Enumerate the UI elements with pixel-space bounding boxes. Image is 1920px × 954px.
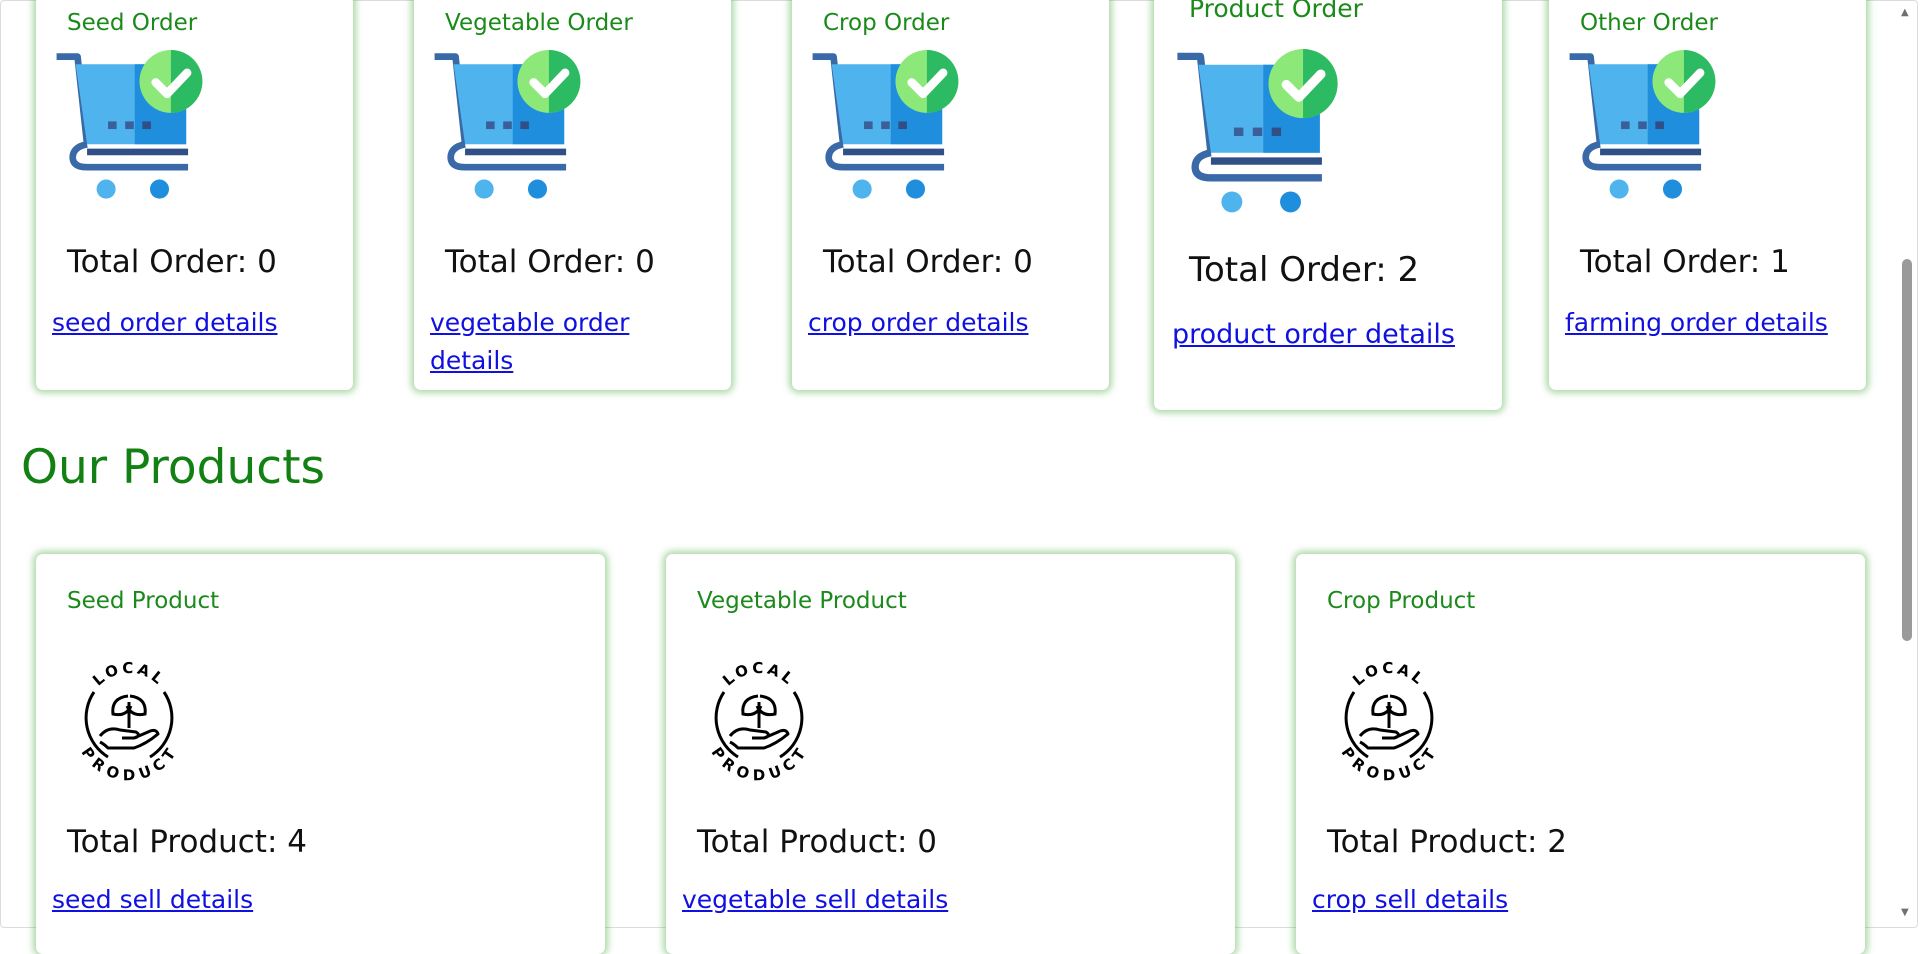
order-card-crop: Crop Order Total Order: 0 crop order det…	[792, 0, 1109, 390]
product-card-title: Crop Product	[1327, 588, 1476, 614]
shopping-cart-check-icon	[429, 49, 585, 211]
vertical-scrollbar[interactable]: ▲ ▼	[1895, 4, 1917, 926]
scroll-down-arrow-icon[interactable]: ▼	[1901, 908, 1909, 918]
crop-sell-details-link[interactable]: crop sell details	[1312, 881, 1812, 919]
order-card-seed: Seed Order Total Order: 0 seed order det…	[36, 0, 353, 390]
local-product-badge-icon: LOCAL PRODUCT	[64, 644, 194, 782]
scrollbar-thumb[interactable]	[1902, 259, 1912, 641]
order-card-other: Other Order Total Order: 1 farming order…	[1549, 0, 1866, 390]
crop-order-details-link[interactable]: crop order details	[808, 304, 1098, 342]
order-card-title: Other Order	[1580, 10, 1718, 36]
svg-text:PRODUCT: PRODUCT	[708, 744, 811, 782]
product-total: Total Product: 0	[697, 824, 937, 860]
svg-text:PRODUCT: PRODUCT	[78, 744, 181, 782]
order-total: Total Order: 0	[823, 244, 1033, 280]
order-card-product: Product Order Total Order: 2 product ord…	[1154, 0, 1502, 410]
product-card-title: Seed Product	[67, 588, 220, 614]
svg-text:LOCAL: LOCAL	[89, 659, 169, 689]
product-card-seed: Seed Product LOCAL PRODUCT Total Product…	[36, 554, 605, 954]
svg-text:PRODUCT: PRODUCT	[1338, 744, 1441, 782]
product-card-vegetable: Vegetable Product LOCAL PRODUCT Total Pr…	[666, 554, 1235, 954]
shopping-cart-check-icon	[1171, 48, 1343, 226]
order-card-title: Crop Order	[823, 10, 950, 36]
our-products-heading: Our Products	[21, 440, 325, 495]
shopping-cart-check-icon	[1564, 49, 1720, 211]
farming-order-details-link[interactable]: farming order details	[1565, 304, 1860, 342]
order-card-title: Product Order	[1189, 0, 1363, 23]
order-total: Total Order: 0	[445, 244, 655, 280]
seed-sell-details-link[interactable]: seed sell details	[52, 881, 552, 919]
vegetable-sell-details-link[interactable]: vegetable sell details	[682, 881, 1182, 919]
product-card-title: Vegetable Product	[697, 588, 907, 614]
order-card-title: Seed Order	[67, 10, 198, 36]
order-total: Total Order: 2	[1189, 250, 1420, 290]
local-product-badge-icon: LOCAL PRODUCT	[694, 644, 824, 782]
product-order-details-link[interactable]: product order details	[1172, 316, 1492, 354]
product-total: Total Product: 2	[1327, 824, 1567, 860]
shopping-cart-check-icon	[807, 49, 963, 211]
order-card-title: Vegetable Order	[445, 10, 633, 36]
svg-text:LOCAL: LOCAL	[719, 659, 799, 689]
order-total: Total Order: 0	[67, 244, 277, 280]
order-total: Total Order: 1	[1580, 244, 1790, 280]
seed-order-details-link[interactable]: seed order details	[52, 304, 342, 342]
local-product-badge-icon: LOCAL PRODUCT	[1324, 644, 1454, 782]
product-card-crop: Crop Product LOCAL PRODUCT Total Product…	[1296, 554, 1865, 954]
svg-text:LOCAL: LOCAL	[1349, 659, 1429, 689]
shopping-cart-check-icon	[51, 49, 207, 211]
vegetable-order-details-link[interactable]: vegetable order details	[430, 304, 680, 380]
product-total: Total Product: 4	[67, 824, 307, 860]
order-card-vegetable: Vegetable Order Total Order: 0 vegetable…	[414, 0, 731, 390]
scroll-up-arrow-icon[interactable]: ▲	[1901, 8, 1909, 18]
